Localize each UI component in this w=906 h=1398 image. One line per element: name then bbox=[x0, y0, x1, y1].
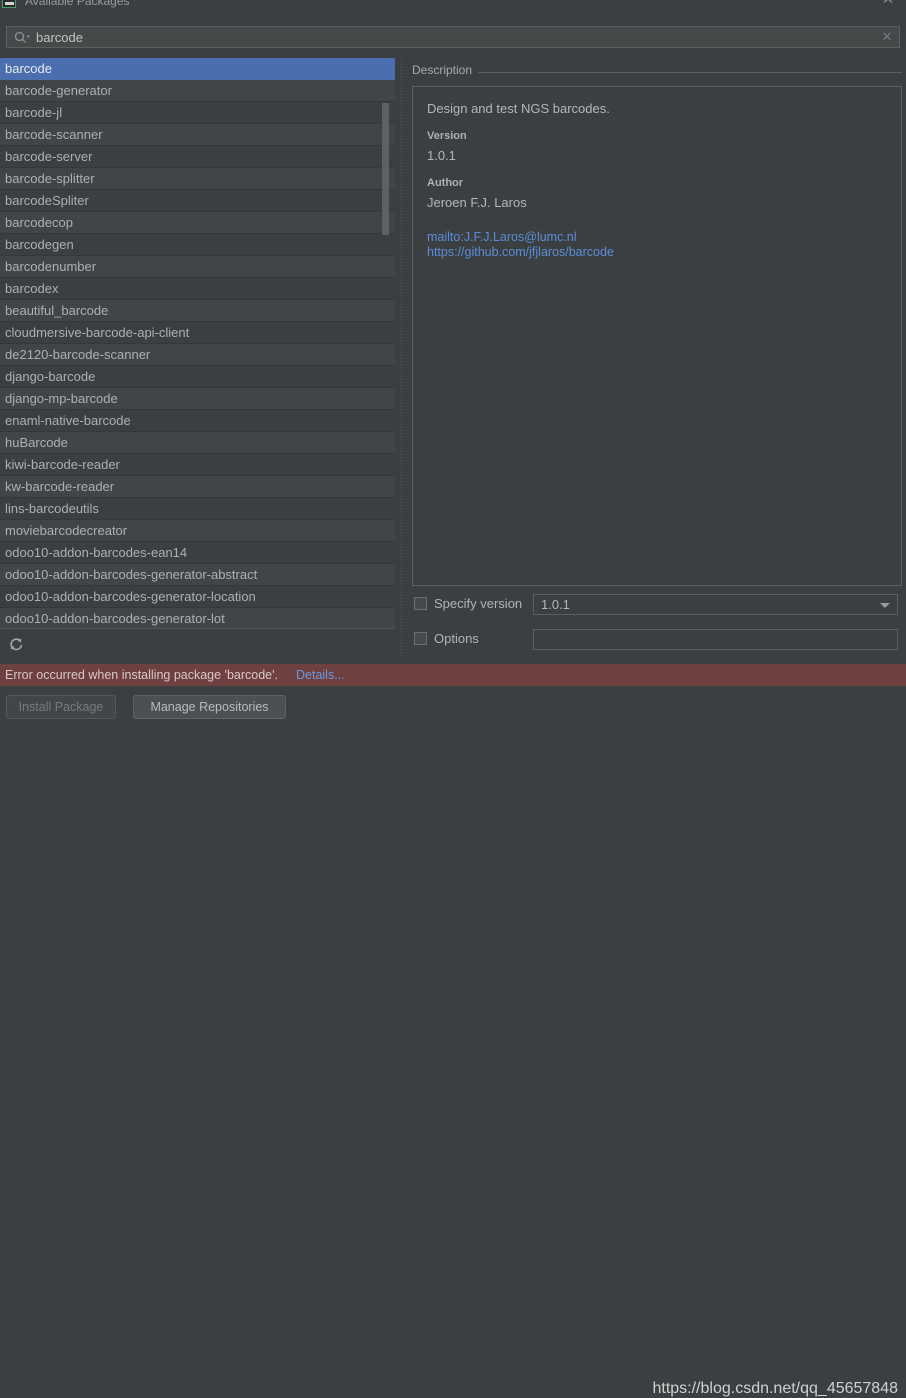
package-list-item[interactable]: barcodecop bbox=[0, 212, 395, 234]
package-list-item[interactable]: lins-barcodeutils bbox=[0, 498, 395, 520]
package-list-item[interactable]: django-barcode bbox=[0, 366, 395, 388]
watermark-url: https://blog.csdn.net/qq_45657848 bbox=[652, 1380, 898, 1397]
description-link[interactable]: mailto:J.F.J.Laros@lumc.nl bbox=[427, 230, 887, 245]
description-author-value: Jeroen F.J. Laros bbox=[427, 195, 527, 210]
package-list[interactable]: barcode barcode-generator barcode-jl barcod… bbox=[0, 58, 395, 628]
package-list-item[interactable]: barcode-scanner bbox=[0, 124, 395, 146]
package-list-item[interactable]: odoo10-addon-barcodes-generator-abstract bbox=[0, 564, 395, 586]
window-titlebar: Available Packages ✕ bbox=[0, 0, 906, 17]
options-field-wrapper[interactable] bbox=[533, 629, 898, 650]
package-list-item[interactable]: barcodeSpliter bbox=[0, 190, 395, 212]
package-list-item[interactable]: barcode-splitter bbox=[0, 168, 395, 190]
package-list-item[interactable]: barcodenumber bbox=[0, 256, 395, 278]
package-list-item[interactable]: kw-barcode-reader bbox=[0, 476, 395, 498]
package-list-footer bbox=[0, 628, 395, 658]
install-package-button[interactable]: Install Package bbox=[6, 695, 116, 719]
description-links: mailto:J.F.J.Laros@lumc.nl https://github… bbox=[427, 230, 887, 260]
options-row: Options bbox=[408, 629, 898, 651]
description-legend-divider bbox=[412, 72, 902, 73]
package-list-item[interactable]: barcodex bbox=[0, 278, 395, 300]
description-summary: Design and test NGS barcodes. bbox=[427, 101, 610, 116]
package-list-item[interactable]: django-mp-barcode bbox=[0, 388, 395, 410]
package-list-item[interactable]: cloudmersive-barcode-api-client bbox=[0, 322, 395, 344]
chevron-down-icon bbox=[880, 603, 890, 608]
refresh-icon[interactable] bbox=[6, 634, 26, 654]
error-details-link[interactable]: Details... bbox=[296, 664, 345, 686]
package-list-scrollbar-thumb[interactable] bbox=[382, 103, 389, 235]
package-list-item[interactable]: beautiful_barcode bbox=[0, 300, 395, 322]
package-list-item[interactable]: enaml-native-barcode bbox=[0, 410, 395, 432]
package-list-item[interactable]: barcode-jl bbox=[0, 102, 395, 124]
description-version-value: 1.0.1 bbox=[427, 148, 456, 163]
description-version-label: Version bbox=[427, 130, 467, 142]
package-list-item[interactable]: barcode-server bbox=[0, 146, 395, 168]
package-list-item[interactable]: odoo10-addon-barcodes-ean14 bbox=[0, 542, 395, 564]
description-author-label: Author bbox=[427, 177, 464, 189]
description-link[interactable]: https://github.com/jfjlaros/barcode bbox=[427, 245, 887, 260]
package-list-panel: barcode barcode-generator barcode-jl barcod… bbox=[0, 58, 400, 658]
package-list-item[interactable]: odoo10-addon-barcodes-generator-location bbox=[0, 586, 395, 608]
search-bar[interactable]: ✕ bbox=[6, 26, 900, 48]
window-title: Available Packages bbox=[25, 0, 130, 8]
error-message: Error occurred when installing package '… bbox=[5, 668, 278, 682]
error-bar: Error occurred when installing package '… bbox=[0, 664, 906, 686]
package-list-item[interactable]: odoo10-addon-barcodes-generator-lot bbox=[0, 608, 395, 628]
specify-version-checkbox[interactable] bbox=[414, 597, 427, 610]
specify-version-label: Specify version bbox=[434, 596, 523, 611]
package-list-item[interactable]: barcodegen bbox=[0, 234, 395, 256]
close-icon[interactable]: ✕ bbox=[880, 0, 896, 8]
panel-splitter[interactable] bbox=[398, 58, 405, 658]
package-list-item[interactable]: barcode-generator bbox=[0, 80, 395, 102]
search-icon[interactable] bbox=[14, 31, 30, 44]
package-icon bbox=[2, 0, 16, 8]
package-list-item[interactable]: de2120-barcode-scanner bbox=[0, 344, 395, 366]
package-list-item[interactable]: kiwi-barcode-reader bbox=[0, 454, 395, 476]
options-checkbox[interactable] bbox=[414, 632, 427, 645]
version-select[interactable]: 1.0.1 bbox=[533, 594, 898, 615]
search-input[interactable] bbox=[36, 27, 856, 47]
specify-version-row: Specify version 1.0.1 bbox=[408, 594, 898, 616]
options-label: Options bbox=[434, 631, 479, 646]
package-list-item[interactable]: huBarcode bbox=[0, 432, 395, 454]
package-list-item[interactable]: moviebarcodecreator bbox=[0, 520, 395, 542]
description-panel: Description Design and test NGS barcodes… bbox=[408, 58, 906, 658]
version-select-value: 1.0.1 bbox=[541, 597, 570, 612]
description-legend: Description bbox=[412, 63, 479, 77]
options-input[interactable] bbox=[534, 630, 897, 649]
package-list-item[interactable]: barcode bbox=[0, 58, 395, 80]
description-box: Design and test NGS barcodes. Version 1.… bbox=[412, 86, 902, 586]
dialog-button-bar: Install Package Manage Repositories http… bbox=[0, 686, 906, 1397]
manage-repositories-button[interactable]: Manage Repositories bbox=[133, 695, 286, 719]
clear-search-icon[interactable]: ✕ bbox=[879, 29, 895, 45]
